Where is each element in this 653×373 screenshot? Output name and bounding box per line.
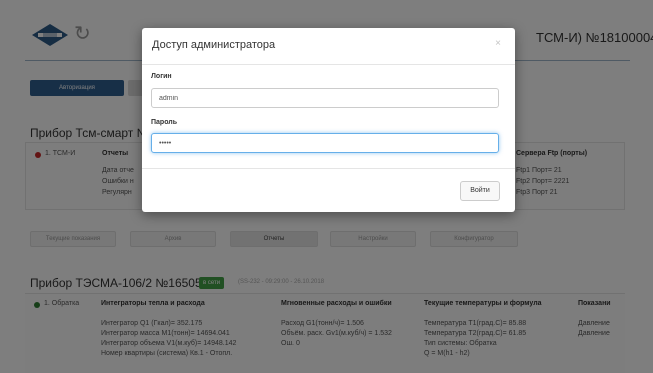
admin-login-dialog: Доступ администратора × Логин Пароль Вой… [142,28,515,212]
password-label: Пароль [151,119,178,126]
close-icon[interactable]: × [495,38,501,49]
login-button[interactable]: Войти [460,181,500,201]
password-input[interactable] [151,133,499,153]
login-input[interactable] [151,88,499,108]
modal-title: Доступ администратора [152,39,276,51]
login-label: Логин [151,73,172,80]
modal-header: Доступ администратора × [142,28,515,65]
modal-footer-divider [142,168,515,169]
